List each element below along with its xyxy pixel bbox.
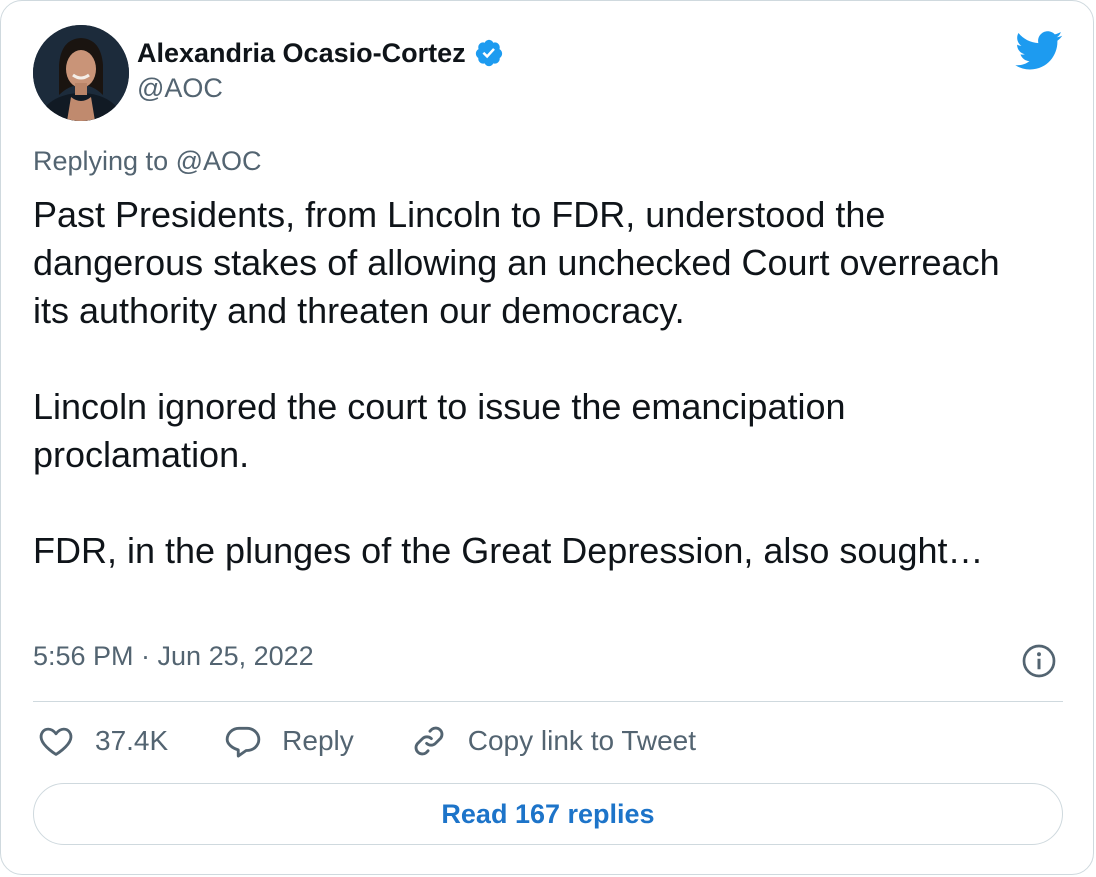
- replying-to-label[interactable]: Replying to @AOC: [33, 146, 262, 177]
- profile-photo: [33, 25, 129, 121]
- reply-label: Reply: [282, 725, 354, 756]
- tweet-timestamp[interactable]: 5:56 PM · Jun 25, 2022: [33, 641, 314, 672]
- divider: [33, 701, 1063, 702]
- tweet-actions: 37.4K Reply Copy link to Tweet: [37, 719, 752, 763]
- verified-badge-icon: [475, 39, 502, 67]
- tweet-paragraph: FDR, in the plunges of the Great Depress…: [33, 530, 984, 571]
- avatar[interactable]: [33, 25, 129, 121]
- author-name-row: Alexandria Ocasio-Cortez: [137, 35, 504, 71]
- author-display-name[interactable]: Alexandria Ocasio-Cortez: [137, 38, 466, 69]
- tweet-card: Alexandria Ocasio-Cortez @AOC Replying t…: [0, 0, 1094, 875]
- link-icon: [414, 726, 444, 756]
- copy-link-label: Copy link to Tweet: [467, 725, 697, 756]
- info-icon[interactable]: [1021, 643, 1057, 679]
- twitter-bird-icon[interactable]: [1015, 31, 1063, 71]
- tweet-text: Past Presidents, from Lincoln to FDR, un…: [33, 191, 1033, 575]
- reply-button[interactable]: Reply: [224, 722, 354, 760]
- heart-icon: [39, 727, 73, 756]
- read-replies-button[interactable]: Read 167 replies: [33, 783, 1063, 845]
- tweet-paragraph: Lincoln ignored the court to issue the e…: [33, 386, 846, 475]
- author-handle[interactable]: @AOC: [137, 73, 223, 104]
- tweet-paragraph: Past Presidents, from Lincoln to FDR, un…: [33, 194, 1000, 331]
- like-button[interactable]: 37.4K: [37, 722, 168, 760]
- copy-link-button[interactable]: Copy link to Tweet: [410, 722, 696, 760]
- speech-bubble-icon: [225, 726, 261, 758]
- like-count: 37.4K: [95, 725, 169, 756]
